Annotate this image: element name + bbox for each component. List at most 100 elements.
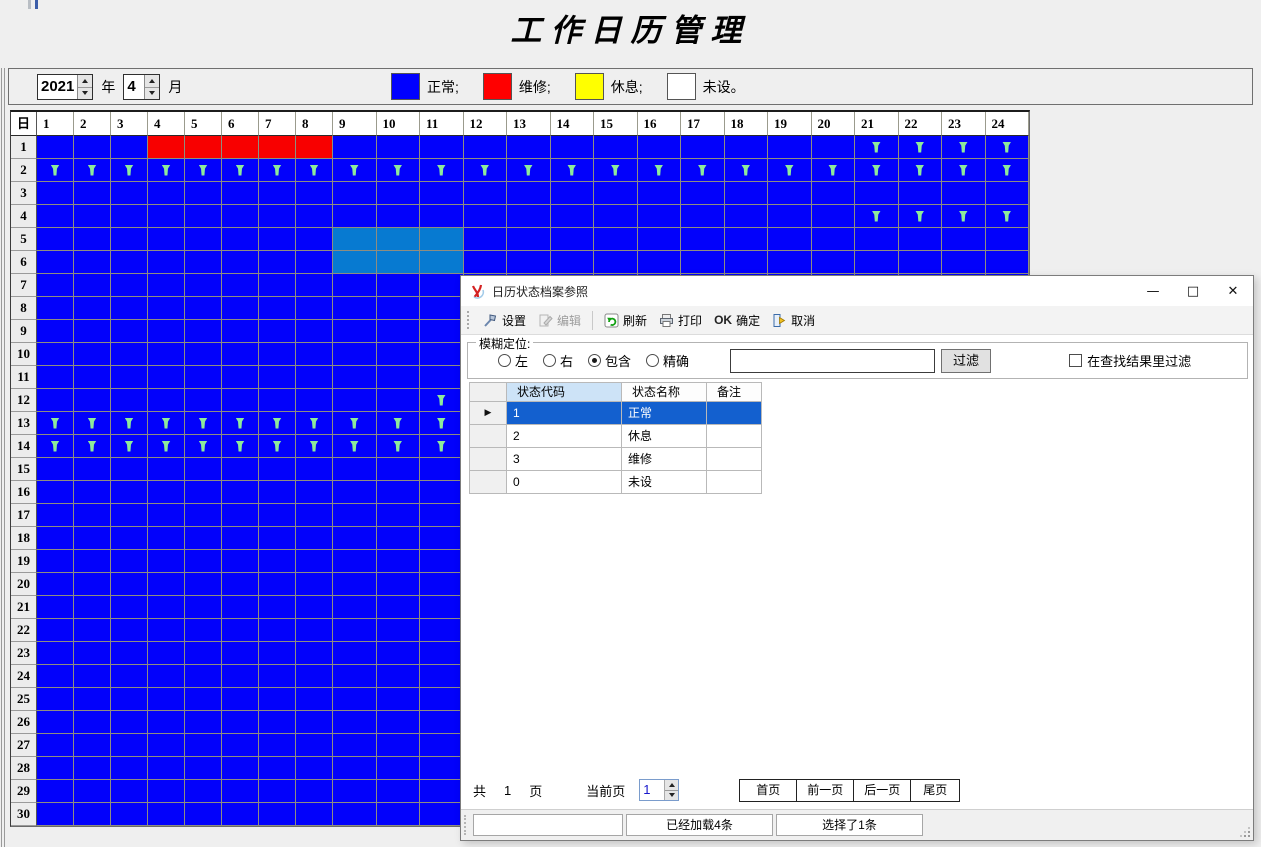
calendar-cell[interactable]: [222, 711, 259, 734]
calendar-cell[interactable]: [111, 780, 148, 803]
calendar-column-header[interactable]: 17: [681, 112, 725, 136]
calendar-cell[interactable]: [296, 596, 333, 619]
calendar-column-header[interactable]: 7: [259, 112, 296, 136]
calendar-cell[interactable]: [259, 596, 296, 619]
calendar-cell[interactable]: [148, 274, 185, 297]
print-button[interactable]: 打印: [653, 309, 708, 332]
calendar-cell[interactable]: [111, 274, 148, 297]
radio-left[interactable]: 左: [498, 351, 528, 370]
calendar-cell[interactable]: [37, 711, 74, 734]
calendar-cell[interactable]: [899, 159, 943, 182]
calendar-cell[interactable]: [812, 205, 856, 228]
calendar-cell[interactable]: [148, 734, 185, 757]
calendar-cell[interactable]: [725, 182, 769, 205]
calendar-cell[interactable]: [377, 619, 421, 642]
calendar-cell[interactable]: [74, 251, 111, 274]
calendar-cell[interactable]: [37, 159, 74, 182]
calendar-cell[interactable]: [377, 297, 421, 320]
calendar-cell[interactable]: [377, 412, 421, 435]
calendar-cell[interactable]: [768, 159, 812, 182]
settings-button[interactable]: 设置: [477, 309, 532, 332]
calendar-column-header[interactable]: 19: [768, 112, 812, 136]
calendar-cell[interactable]: [222, 573, 259, 596]
calendar-row-header[interactable]: 19: [11, 550, 37, 573]
calendar-cell[interactable]: [420, 205, 464, 228]
calendar-row-header[interactable]: 26: [11, 711, 37, 734]
calendar-cell[interactable]: [148, 251, 185, 274]
current-page-stepper[interactable]: 1: [639, 779, 679, 801]
calendar-cell[interactable]: [185, 642, 222, 665]
calendar-cell[interactable]: [296, 711, 333, 734]
calendar-cell[interactable]: [420, 711, 464, 734]
calendar-cell[interactable]: [148, 412, 185, 435]
calendar-cell[interactable]: [222, 205, 259, 228]
calendar-cell[interactable]: [333, 550, 377, 573]
calendar-cell[interactable]: [111, 481, 148, 504]
calendar-cell[interactable]: [377, 688, 421, 711]
calendar-cell[interactable]: [74, 527, 111, 550]
calendar-cell[interactable]: [259, 619, 296, 642]
calendar-cell[interactable]: [725, 136, 769, 159]
calendar-column-header[interactable]: 3: [111, 112, 148, 136]
calendar-cell[interactable]: [638, 182, 682, 205]
calendar-column-header[interactable]: 21: [855, 112, 899, 136]
calendar-cell[interactable]: [259, 205, 296, 228]
calendar-cell[interactable]: [296, 780, 333, 803]
calendar-cell[interactable]: [222, 642, 259, 665]
calendar-cell[interactable]: [37, 320, 74, 343]
calendar-cell[interactable]: [259, 642, 296, 665]
calendar-row-header[interactable]: 6: [11, 251, 37, 274]
calendar-cell[interactable]: [74, 320, 111, 343]
calendar-cell[interactable]: [296, 481, 333, 504]
calendar-cell[interactable]: [259, 527, 296, 550]
calendar-cell[interactable]: [185, 527, 222, 550]
calendar-cell[interactable]: [986, 136, 1030, 159]
calendar-cell[interactable]: [594, 182, 638, 205]
calendar-cell[interactable]: [855, 182, 899, 205]
calendar-cell[interactable]: [74, 642, 111, 665]
calendar-cell[interactable]: [74, 159, 111, 182]
calendar-cell[interactable]: [37, 527, 74, 550]
calendar-cell[interactable]: [377, 504, 421, 527]
table-row[interactable]: 2休息: [469, 425, 762, 448]
calendar-cell[interactable]: [259, 366, 296, 389]
calendar-cell[interactable]: [377, 780, 421, 803]
calendar-cell[interactable]: [148, 665, 185, 688]
calendar-cell[interactable]: [37, 251, 74, 274]
calendar-cell[interactable]: [638, 159, 682, 182]
calendar-cell[interactable]: [296, 458, 333, 481]
month-down-button[interactable]: [145, 88, 159, 100]
calendar-cell[interactable]: [259, 504, 296, 527]
calendar-column-header[interactable]: 10: [377, 112, 421, 136]
calendar-cell[interactable]: [185, 320, 222, 343]
calendar-cell[interactable]: [185, 458, 222, 481]
calendar-cell[interactable]: [259, 251, 296, 274]
calendar-cell[interactable]: [464, 159, 508, 182]
calendar-cell[interactable]: [111, 458, 148, 481]
calendar-cell[interactable]: [464, 136, 508, 159]
calendar-cell[interactable]: [185, 136, 222, 159]
year-value[interactable]: 2021: [38, 75, 77, 99]
calendar-cell[interactable]: [222, 136, 259, 159]
calendar-cell[interactable]: [420, 688, 464, 711]
table-row[interactable]: ▶1正常: [469, 402, 762, 425]
calendar-row-header[interactable]: 9: [11, 320, 37, 343]
calendar-cell[interactable]: [222, 159, 259, 182]
dialog-titlebar[interactable]: 日历状态档案参照 — □ ✕: [461, 276, 1253, 306]
calendar-cell[interactable]: [420, 665, 464, 688]
year-stepper[interactable]: 2021: [37, 74, 93, 100]
calendar-cell[interactable]: [333, 182, 377, 205]
calendar-cell[interactable]: [333, 297, 377, 320]
calendar-cell[interactable]: [148, 780, 185, 803]
prev-page-button[interactable]: 前一页: [796, 779, 854, 802]
row-selector-cell[interactable]: ▶: [469, 402, 507, 425]
calendar-cell[interactable]: [420, 803, 464, 826]
calendar-cell[interactable]: [222, 366, 259, 389]
calendar-cell[interactable]: [333, 711, 377, 734]
calendar-cell[interactable]: [148, 343, 185, 366]
calendar-cell[interactable]: [855, 228, 899, 251]
calendar-cell[interactable]: [855, 159, 899, 182]
calendar-cell[interactable]: [74, 573, 111, 596]
calendar-cell[interactable]: [148, 481, 185, 504]
calendar-cell[interactable]: [185, 780, 222, 803]
